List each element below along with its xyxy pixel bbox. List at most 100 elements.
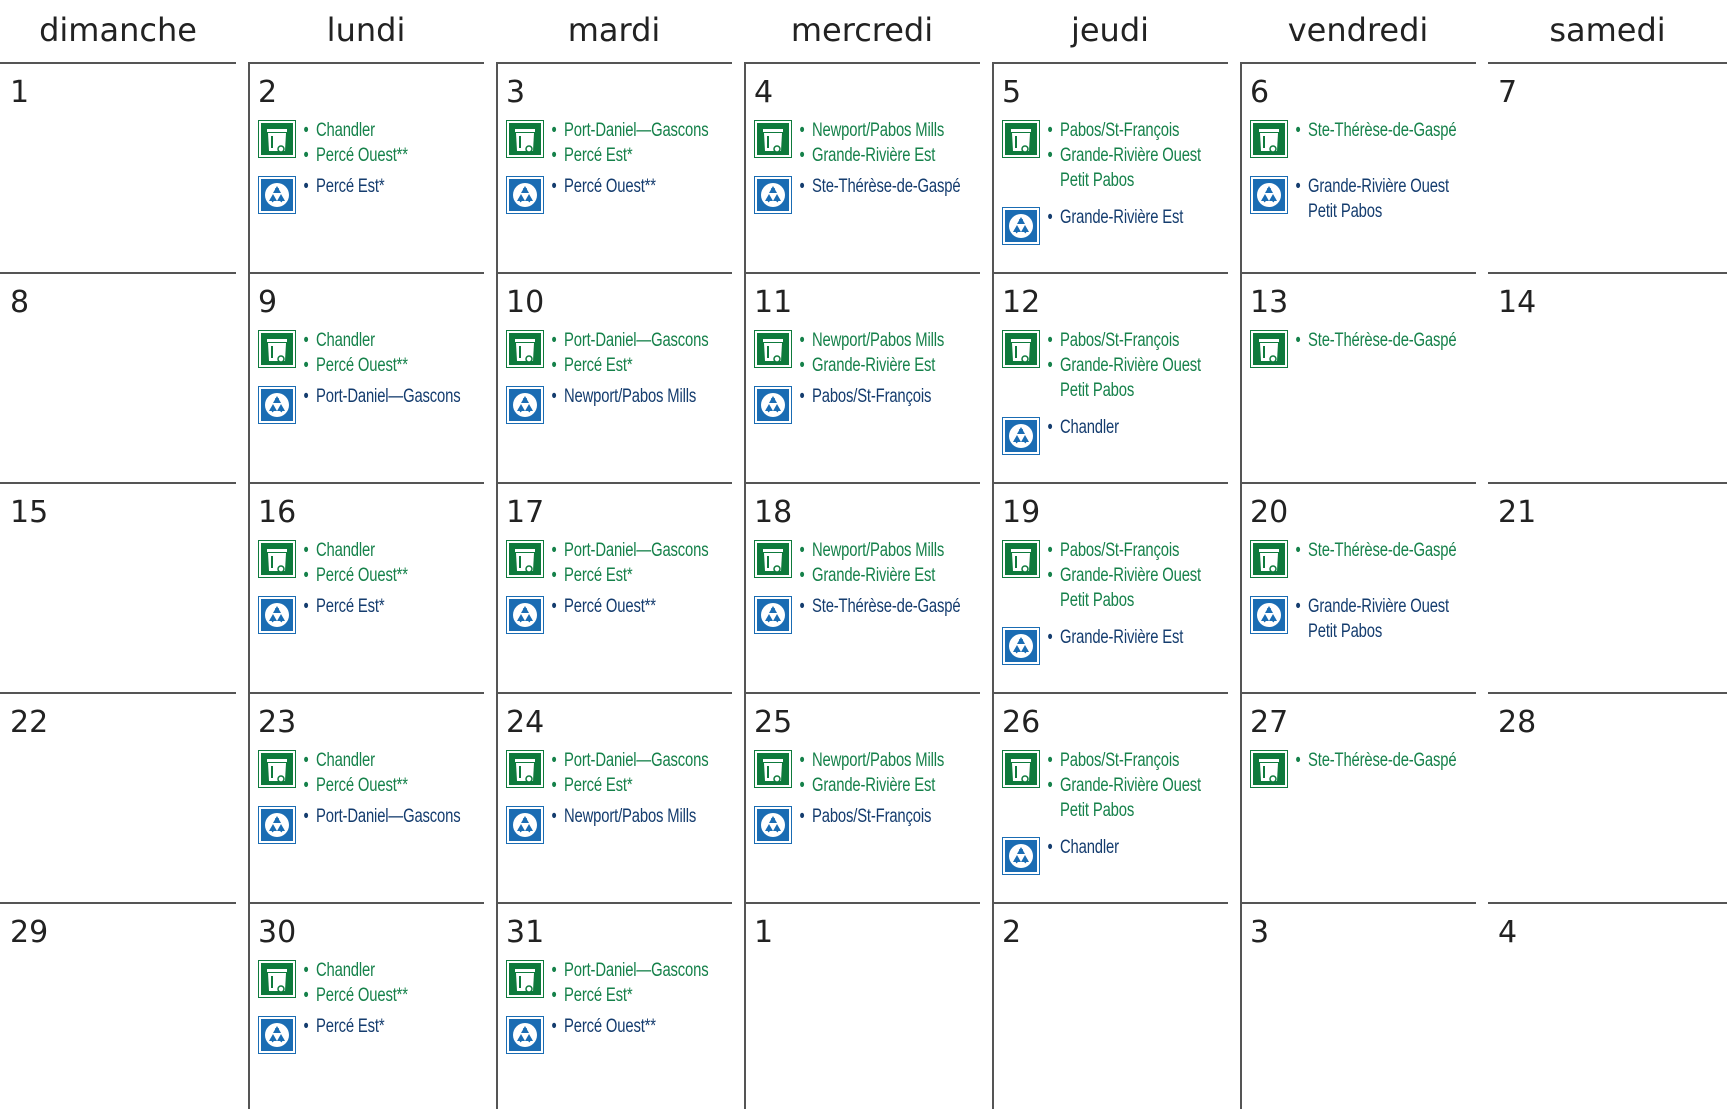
- garbage-sector: Percé Est*: [552, 773, 708, 798]
- calendar-day: 1: [744, 902, 980, 1112]
- row-divider: [1240, 482, 1476, 484]
- calendar-day: 8: [0, 272, 236, 482]
- garbage-sector: Port-Daniel—Gascons: [552, 748, 709, 773]
- calendar-day: 4: [1488, 902, 1727, 1112]
- recycling-sector: Newport/Pabos Mills: [551, 804, 696, 829]
- recycling-sector: Percé Ouest**: [552, 594, 656, 619]
- day-number: 13: [1250, 285, 1289, 320]
- garbage-sector: Percé Ouest**: [304, 563, 408, 588]
- garbage-bin-icon: [258, 750, 296, 788]
- calendar-day: 27Ste-Thérèse-de-Gaspé: [1240, 692, 1476, 902]
- recycling-icon: [506, 806, 544, 844]
- day-number: 2: [1002, 915, 1022, 950]
- calendar-day: 22: [0, 692, 236, 902]
- garbage-list: ChandlerPercé Ouest**: [304, 748, 434, 798]
- recycling-list: Newport/Pabos Mills: [551, 804, 733, 829]
- day-number: 3: [506, 75, 526, 110]
- recycling-list: Newport/Pabos Mills: [551, 384, 733, 409]
- day-number: 19: [1002, 495, 1041, 530]
- day-number: 16: [258, 495, 297, 530]
- recycling-list: Port-Daniel—Gascons: [304, 804, 501, 829]
- garbage-bin-icon: [506, 960, 544, 998]
- weekday-header: vendredi: [1287, 11, 1429, 49]
- recycling-list: Percé Est*: [304, 174, 404, 199]
- day-number: 1: [10, 75, 30, 110]
- calendar-day: 13Ste-Thérèse-de-Gaspé: [1240, 272, 1476, 482]
- garbage-list: Port-Daniel—GasconsPercé Est*: [552, 958, 749, 1008]
- weekday-header: jeudi: [1070, 11, 1150, 49]
- recycling-sector: Percé Est*: [304, 1014, 385, 1039]
- garbage-sector: Grande-Rivière Est: [799, 353, 944, 378]
- recycling-list: Ste-Thérèse-de-Gaspé: [799, 174, 1002, 199]
- calendar-day: 31 Port-Daniel—GasconsPercé Est* Percé Oue…: [496, 902, 732, 1112]
- recycling-list: Ste-Thérèse-de-Gaspé: [799, 594, 1002, 619]
- garbage-sector: Ste-Thérèse-de-Gaspé: [1295, 328, 1456, 353]
- calendar-day: 16ChandlerPercé Ouest**Percé Est*: [248, 482, 484, 692]
- row-divider: [496, 62, 732, 64]
- garbage-sector: Ste-Thérèse-de-Gaspé: [1295, 538, 1456, 563]
- row-divider: [496, 902, 732, 904]
- day-number: 20: [1250, 495, 1289, 530]
- recycling-list: Percé Ouest**: [552, 1014, 682, 1039]
- row-divider: [0, 482, 236, 484]
- recycling-list: Pabos/St-François: [800, 384, 965, 409]
- day-number: 14: [1498, 285, 1537, 320]
- garbage-bin-icon: [258, 540, 296, 578]
- recycling-icon: [754, 596, 792, 634]
- recycling-icon: [258, 596, 296, 634]
- garbage-list: ChandlerPercé Ouest**: [304, 118, 434, 168]
- calendar-day: 3 Port-Daniel—GasconsPercé Est* Percé Oues…: [496, 62, 732, 272]
- garbage-bin-icon: [506, 120, 544, 158]
- recycling-icon: [506, 176, 544, 214]
- row-divider: [744, 482, 980, 484]
- calendar-day: 1: [0, 62, 236, 272]
- recycling-icon: [258, 1016, 296, 1054]
- garbage-sector: Newport/Pabos Mills: [799, 748, 944, 773]
- recycling-sector: Grande-Rivière Est: [1048, 625, 1184, 650]
- garbage-bin-icon: [258, 330, 296, 368]
- garbage-bin-icon: [754, 120, 792, 158]
- recycling-icon: [754, 386, 792, 424]
- garbage-list: Ste-Thérèse-de-Gaspé: [1295, 328, 1498, 353]
- recycling-sector: Chandler: [1048, 415, 1119, 440]
- calendar-day: 17 Port-Daniel—GasconsPercé Est* Percé Oue…: [496, 482, 732, 692]
- garbage-bin-icon: [1250, 120, 1288, 158]
- garbage-list: Ste-Thérèse-de-Gaspé: [1295, 748, 1498, 773]
- recycling-icon: [506, 596, 544, 634]
- row-divider: [0, 272, 236, 274]
- row-divider: [992, 272, 1228, 274]
- calendar-day: 12 Pabos/St-FrançoisGrande-Rivière OuestP…: [992, 272, 1228, 482]
- calendar-day: 14: [1488, 272, 1727, 482]
- day-number: 4: [754, 75, 774, 110]
- recycling-sector: Pabos/St-François: [800, 804, 932, 829]
- garbage-sector: Pabos/St-François: [1048, 538, 1201, 563]
- day-number: 26: [1002, 705, 1041, 740]
- calendar-day: 5 Pabos/St-FrançoisGrande-Rivière OuestPe…: [992, 62, 1228, 272]
- garbage-sector: Pabos/St-François: [1048, 328, 1201, 353]
- recycling-list: Grande-Rivière OuestPetit Pabos: [1296, 594, 1489, 644]
- calendar-day: 7: [1488, 62, 1727, 272]
- weekday-header: samedi: [1549, 11, 1666, 49]
- row-divider: [496, 692, 732, 694]
- calendar-day: 4 Newport/Pabos MillsGrande-Rivière Est St…: [744, 62, 980, 272]
- row-divider: [744, 272, 980, 274]
- calendar-day: 29: [0, 902, 236, 1112]
- garbage-sector: Grande-Rivière Est: [799, 563, 944, 588]
- garbage-sector: Pabos/St-François: [1048, 118, 1201, 143]
- garbage-sector: Port-Daniel—Gascons: [552, 328, 709, 353]
- garbage-sector: Port-Daniel—Gascons: [552, 958, 709, 983]
- calendar-day: 15: [0, 482, 236, 692]
- garbage-sector: Petit Pabos: [1060, 380, 1135, 401]
- calendar-day: 24 Port-Daniel—GasconsPercé Est* Newport/P…: [496, 692, 732, 902]
- garbage-bin-icon: [506, 330, 544, 368]
- garbage-list: Newport/Pabos MillsGrande-Rivière Est: [799, 118, 981, 168]
- garbage-sector: Petit Pabos: [1060, 170, 1135, 191]
- recycling-sector: Percé Est*: [304, 174, 385, 199]
- day-number: 28: [1498, 705, 1537, 740]
- calendar-day: 21: [1488, 482, 1727, 692]
- calendar-day: 10 Port-Daniel—GasconsPercé Est* Newport/P…: [496, 272, 732, 482]
- calendar-day: 30ChandlerPercé Ouest**Percé Est*: [248, 902, 484, 1112]
- garbage-bin-icon: [1250, 330, 1288, 368]
- day-number: 9: [258, 285, 278, 320]
- garbage-bin-icon: [1250, 540, 1288, 578]
